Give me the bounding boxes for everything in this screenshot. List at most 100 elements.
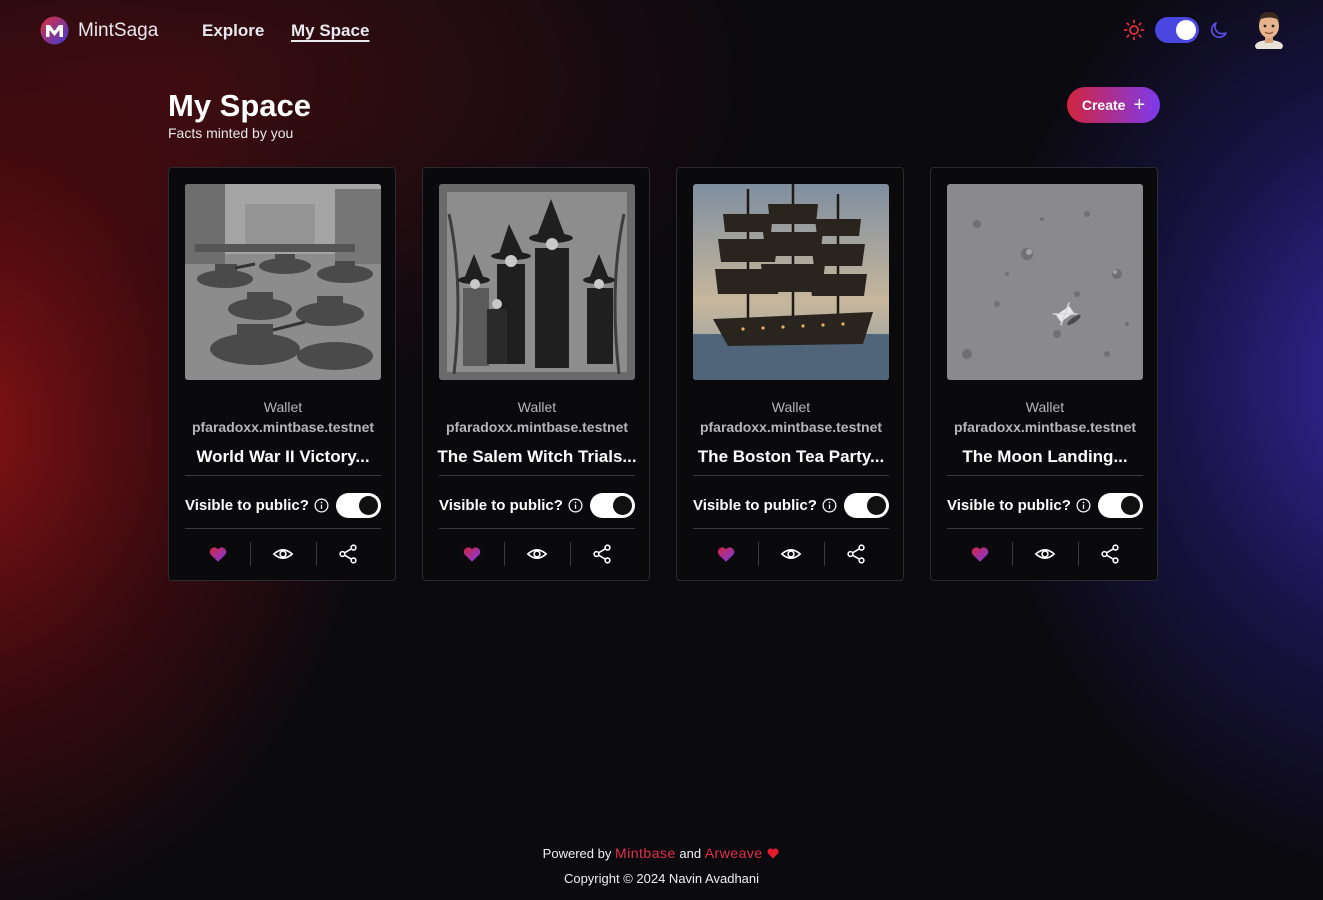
wallet-address: pfaradoxx.mintbase.testnet: [953, 419, 1137, 435]
nav-link-explore[interactable]: Explore: [202, 21, 264, 41]
create-button-label: Create: [1081, 97, 1126, 113]
share-button[interactable]: [823, 540, 889, 568]
like-button[interactable]: [947, 540, 1012, 568]
heart-icon: [717, 547, 734, 562]
powered-by-text: Powered by: [542, 846, 612, 861]
divider: [947, 475, 1143, 476]
plus-icon: +: [1133, 94, 1146, 116]
info-icon[interactable]: [568, 498, 583, 513]
info-icon[interactable]: [314, 498, 329, 513]
heart-icon: [971, 547, 988, 562]
wallet-address: pfaradoxx.mintbase.testnet: [191, 419, 375, 435]
fact-card[interactable]: Wallet pfaradoxx.mintbase.testnet The Bo…: [676, 167, 904, 581]
divider: [439, 475, 635, 476]
card-image[interactable]: [693, 184, 889, 380]
card-image[interactable]: [439, 184, 635, 380]
divider: [693, 475, 889, 476]
witches-image: [439, 184, 635, 380]
visibility-label: Visible to public?: [693, 497, 837, 514]
info-icon[interactable]: [1076, 498, 1091, 513]
divider: [439, 528, 635, 529]
share-button[interactable]: [1077, 540, 1143, 568]
share-button[interactable]: [569, 540, 635, 568]
card-actions: [185, 540, 381, 568]
ship-image: [693, 184, 889, 380]
page-subtitle: Facts minted by you: [168, 125, 294, 141]
card-title[interactable]: The Moon Landing...: [945, 447, 1145, 467]
wallet-label: Wallet: [263, 399, 303, 415]
theme-switcher: [1123, 17, 1229, 43]
visibility-label: Visible to public?: [439, 497, 583, 514]
footer-powered-by: Powered by Mintbase and Arweave: [0, 845, 1323, 861]
eye-icon: [272, 549, 294, 559]
fact-card[interactable]: Wallet pfaradoxx.mintbase.testnet World …: [168, 167, 396, 581]
info-icon[interactable]: [822, 498, 837, 513]
fact-card[interactable]: Wallet pfaradoxx.mintbase.testnet The Sa…: [422, 167, 650, 581]
divider: [185, 528, 381, 529]
visibility-toggle-knob: [867, 496, 886, 515]
share-icon: [593, 544, 611, 564]
sun-icon: [1123, 19, 1145, 41]
share-icon: [339, 544, 357, 564]
footer-copyright: Copyright © 2024 Navin Avadhani: [563, 871, 760, 886]
view-button[interactable]: [758, 540, 823, 568]
theme-toggle[interactable]: [1155, 17, 1199, 43]
moon-surface-image: [947, 184, 1143, 380]
card-title[interactable]: World War II Victory...: [183, 447, 383, 467]
moon-icon: [1210, 22, 1227, 39]
like-button[interactable]: [185, 540, 250, 568]
heart-icon: [767, 848, 779, 859]
view-button[interactable]: [250, 540, 315, 568]
visibility-toggle[interactable]: [1098, 493, 1143, 518]
eye-icon: [780, 549, 802, 559]
and-text: and: [679, 846, 702, 861]
create-button[interactable]: Create +: [1067, 87, 1160, 123]
share-button[interactable]: [315, 540, 381, 568]
user-avatar[interactable]: [1250, 9, 1288, 49]
visibility-text: Visible to public?: [185, 497, 309, 514]
visibility-toggle-knob: [1121, 496, 1140, 515]
brand-name: MintSaga: [78, 19, 159, 41]
card-actions: [947, 540, 1143, 568]
card-actions: [693, 540, 889, 568]
card-image[interactable]: [947, 184, 1143, 380]
view-button[interactable]: [1012, 540, 1077, 568]
visibility-toggle[interactable]: [336, 493, 381, 518]
like-button[interactable]: [693, 540, 758, 568]
visibility-toggle[interactable]: [844, 493, 889, 518]
visibility-label: Visible to public?: [947, 497, 1091, 514]
visibility-text: Visible to public?: [693, 497, 817, 514]
theme-toggle-knob: [1176, 20, 1196, 40]
visibility-text: Visible to public?: [439, 497, 563, 514]
card-actions: [439, 540, 635, 568]
card-title[interactable]: The Salem Witch Trials...: [437, 447, 637, 467]
tanks-image: [185, 184, 381, 380]
mintsaga-logo-icon: [40, 16, 69, 45]
visibility-toggle[interactable]: [590, 493, 635, 518]
divider: [185, 475, 381, 476]
visibility-label: Visible to public?: [185, 497, 329, 514]
wallet-label: Wallet: [1025, 399, 1065, 415]
nav-link-my-space[interactable]: My Space: [291, 21, 369, 41]
share-icon: [1101, 544, 1119, 564]
visibility-toggle-knob: [359, 496, 378, 515]
like-button[interactable]: [439, 540, 504, 568]
wallet-address: pfaradoxx.mintbase.testnet: [699, 419, 883, 435]
heart-icon: [463, 547, 480, 562]
wallet-label: Wallet: [771, 399, 811, 415]
brand-logo[interactable]: MintSaga: [40, 16, 158, 45]
mintbase-link[interactable]: Mintbase: [615, 845, 676, 861]
fact-card[interactable]: Wallet pfaradoxx.mintbase.testnet The Mo…: [930, 167, 1158, 581]
card-title[interactable]: The Boston Tea Party...: [691, 447, 891, 467]
page-title: My Space: [168, 88, 312, 123]
wallet-label: Wallet: [517, 399, 557, 415]
top-nav: MintSaga Explore My Space: [0, 0, 1323, 64]
eye-icon: [526, 549, 548, 559]
view-button[interactable]: [504, 540, 569, 568]
arweave-link[interactable]: Arweave: [705, 845, 763, 861]
visibility-text: Visible to public?: [947, 497, 1071, 514]
eye-icon: [1034, 549, 1056, 559]
divider: [947, 528, 1143, 529]
card-image[interactable]: [185, 184, 381, 380]
wallet-address: pfaradoxx.mintbase.testnet: [445, 419, 629, 435]
